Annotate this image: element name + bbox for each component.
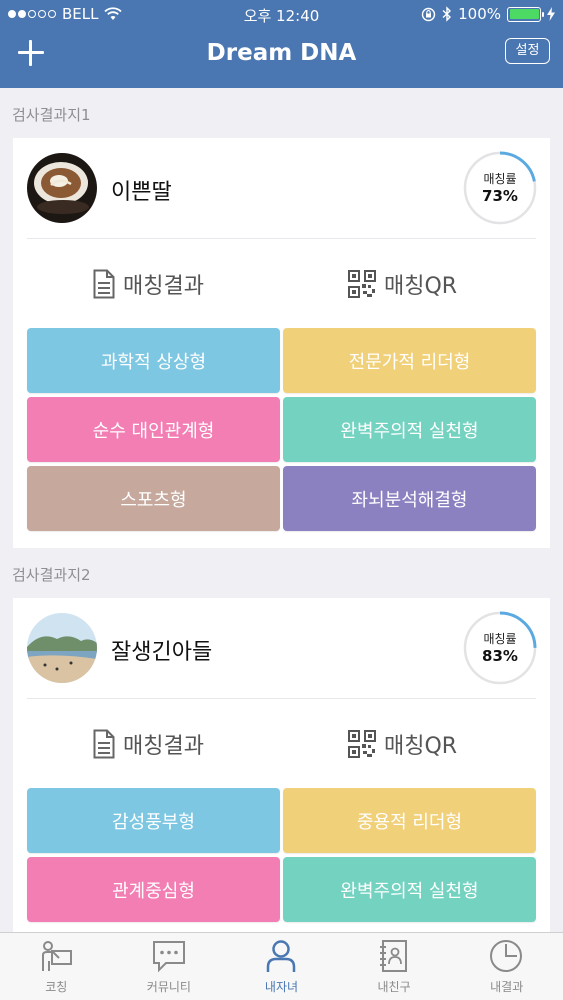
type-tiles: 과학적 상상형 전문가적 리더형 순수 대인관계형 완벽주의적 실천형 스포츠형… <box>27 328 536 531</box>
header: BELL 오후 12:40 100% Dream DNA 설정 <box>0 0 563 88</box>
type-tile[interactable]: 순수 대인관계형 <box>27 397 280 462</box>
bluetooth-icon <box>442 6 452 22</box>
chat-bubble-icon <box>152 941 185 973</box>
tab-label: 커뮤니티 <box>146 980 191 994</box>
type-tile[interactable]: 좌뇌분석해결형 <box>283 466 536 531</box>
clock-chart-icon <box>490 940 523 972</box>
match-qr-button[interactable]: 매칭QR <box>348 724 457 764</box>
tab-my-friends[interactable]: 내친구 <box>338 933 451 1000</box>
battery-icon <box>507 6 544 22</box>
match-result-label: 매칭결과 <box>123 734 204 759</box>
child-name: 이쁜딸 <box>111 180 172 205</box>
section-label-1: 검사결과지1 <box>12 106 91 124</box>
match-rate-value: 83% <box>482 647 518 665</box>
match-result-label: 매칭결과 <box>123 274 204 299</box>
tab-community[interactable]: 커뮤니티 <box>113 933 226 1000</box>
type-tile[interactable]: 관계중심형 <box>27 857 280 922</box>
match-qr-label: 매칭QR <box>384 734 458 759</box>
battery-percent: 100% <box>458 5 501 23</box>
qr-code-icon <box>348 730 376 758</box>
type-tile[interactable]: 스포츠형 <box>27 466 280 531</box>
charging-icon <box>547 7 555 21</box>
match-result-button[interactable]: 매칭결과 <box>93 724 204 764</box>
type-tile[interactable]: 중용적 리더형 <box>283 788 536 853</box>
tab-coaching[interactable]: 코칭 <box>0 933 113 1000</box>
section-label-2: 검사결과지2 <box>12 566 91 584</box>
match-qr-label: 매칭QR <box>384 274 458 299</box>
tab-label: 내자녀 <box>264 980 299 994</box>
match-qr-button[interactable]: 매칭QR <box>348 264 457 304</box>
settings-button[interactable]: 설정 <box>505 38 550 64</box>
type-tile[interactable]: 완벽주의적 실천형 <box>283 397 536 462</box>
tab-label: 내친구 <box>377 980 411 994</box>
type-tile[interactable]: 완벽주의적 실천형 <box>283 857 536 922</box>
divider <box>27 698 536 699</box>
result-card-2: 잘생긴아들 매칭률 83% 매칭결과 매칭QR 감성풍부형 중용적 리더형 관계… <box>13 598 550 938</box>
nav-bar: Dream DNA 설정 <box>0 28 563 88</box>
avatar[interactable] <box>27 613 97 683</box>
tab-bar: 코칭 커뮤니티 내자녀 내친구 내결과 <box>0 932 563 1000</box>
match-rate-ring: 매칭률 83% <box>462 610 538 686</box>
match-rate-ring: 매칭률 73% <box>462 150 538 226</box>
page-title: Dream DNA <box>206 40 357 66</box>
type-tile[interactable]: 감성풍부형 <box>27 788 280 853</box>
match-rate-label: 매칭률 <box>483 172 517 186</box>
divider <box>27 238 536 239</box>
qr-code-icon <box>348 270 376 298</box>
result-card-1: 이쁜딸 매칭률 73% 매칭결과 매칭QR 과학적 상상형 전문가적 리더형 순… <box>13 138 550 548</box>
person-icon <box>266 940 296 972</box>
type-tile[interactable]: 과학적 상상형 <box>27 328 280 393</box>
tab-label: 내결과 <box>490 980 524 994</box>
beach-photo-image <box>27 613 97 683</box>
avatar[interactable] <box>27 153 97 223</box>
tab-label: 코칭 <box>45 980 68 994</box>
match-result-button[interactable]: 매칭결과 <box>93 264 204 304</box>
coaching-icon <box>42 941 72 971</box>
contacts-book-icon <box>379 940 407 972</box>
coffee-photo-image <box>27 153 97 223</box>
tab-my-results[interactable]: 내결과 <box>450 933 563 1000</box>
document-icon <box>93 729 115 759</box>
document-icon <box>93 269 115 299</box>
match-rate-value: 73% <box>482 187 518 205</box>
tab-my-children[interactable]: 내자녀 <box>225 933 338 1000</box>
child-name: 잘생긴아들 <box>111 640 213 665</box>
type-tile[interactable]: 전문가적 리더형 <box>283 328 536 393</box>
match-rate-label: 매칭률 <box>483 632 517 646</box>
type-tiles: 감성풍부형 중용적 리더형 관계중심형 완벽주의적 실천형 <box>27 788 536 922</box>
lock-rotation-icon <box>421 7 436 21</box>
status-bar: BELL 오후 12:40 100% <box>0 0 563 28</box>
